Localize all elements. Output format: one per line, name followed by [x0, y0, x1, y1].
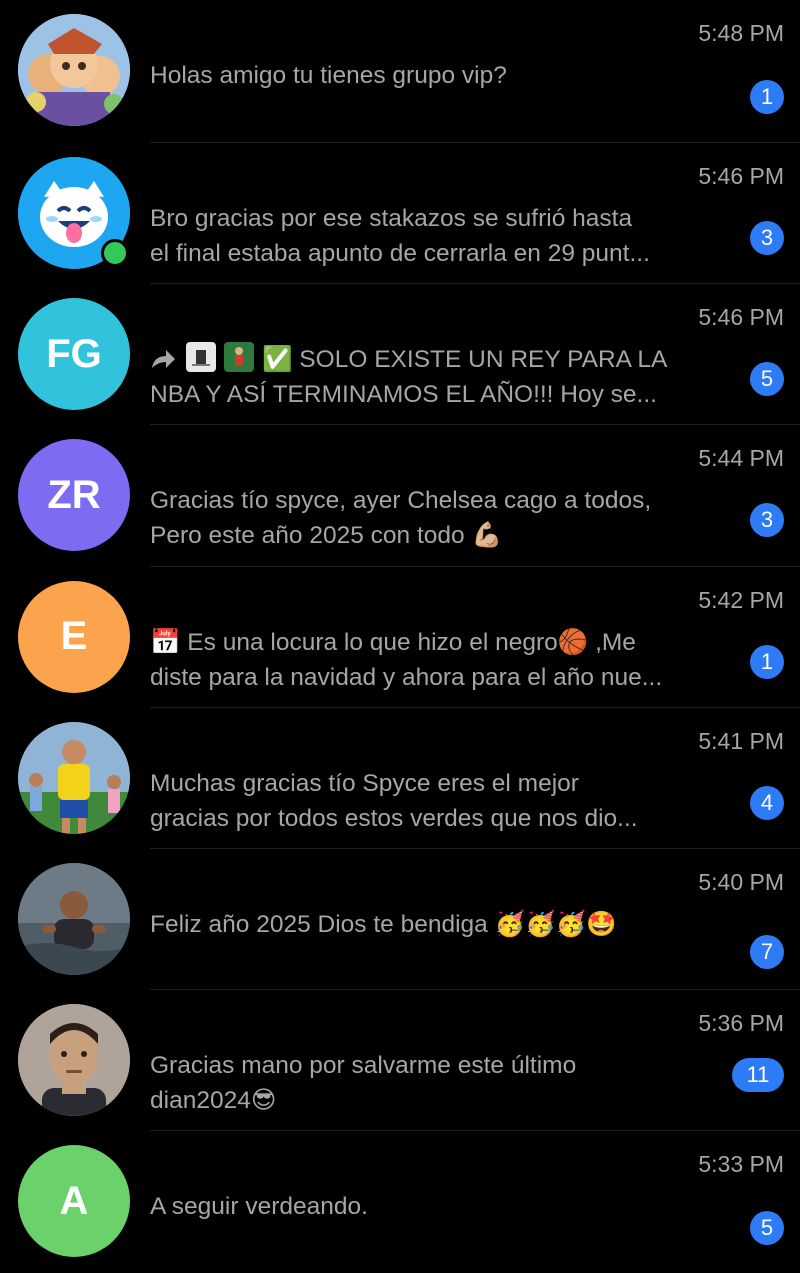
avatar[interactable]: E — [18, 580, 130, 693]
chat-time: 5:46 PM — [698, 163, 784, 189]
chat-preview: Holas amigo tu tienes grupo vip? — [150, 58, 738, 93]
chat-time: 5:44 PM — [698, 445, 784, 472]
avatar[interactable] — [18, 862, 130, 975]
preview-line: Muchas gracias tío Spyce eres el mejor — [150, 769, 579, 797]
preview-line: Pero este año 2025 con todo 💪🏼 — [150, 522, 502, 550]
ticket-image-icon — [186, 342, 216, 373]
preview-text: ✅ SOLO EXISTE UN REY PARA LA — [262, 346, 668, 374]
chat-preview: Gracias mano por salvarme este último di… — [150, 1048, 738, 1118]
avatar[interactable] — [18, 14, 130, 126]
chat-preview: Feliz año 2025 Dios te bendiga 🥳🥳🥳🤩 — [150, 907, 738, 942]
unread-badge: 3 — [750, 221, 784, 255]
unread-badge: 5 — [750, 362, 784, 397]
forward-icon — [152, 350, 175, 369]
man-in-water-photo-icon — [18, 862, 130, 975]
unread-badge: 3 — [750, 503, 784, 538]
preview-line: Holas amigo tu tienes grupo vip? — [150, 62, 507, 89]
chat-time: 5:46 PM — [698, 304, 784, 331]
chat-row[interactable]: E 5:42 PM 📅 Es una locura lo que hizo el… — [0, 567, 800, 708]
preview-line: 📅 Es una locura lo que hizo el negro🏀 ,M… — [150, 628, 636, 656]
preview-line: diste para la navidad y ahora para el añ… — [150, 663, 663, 691]
preview-line: A seguir verdeando. — [150, 1193, 368, 1221]
chat-time: 5:41 PM — [698, 727, 784, 754]
avatar[interactable]: ZR — [18, 439, 130, 552]
player-image-icon — [224, 342, 254, 373]
avatar[interactable]: A — [18, 1145, 130, 1258]
preview-line: el final estaba apunto de cerrarla en 29… — [150, 240, 650, 267]
avatar[interactable] — [18, 1004, 130, 1117]
preview-line: NBA Y ASÍ TERMINAMOS EL AÑO!!! Hoy se... — [150, 381, 657, 409]
avatar[interactable]: FG — [18, 298, 130, 411]
soccer-player-photo-icon — [18, 721, 130, 834]
chat-row[interactable]: FG 5:46 PM ✅ SOLO EXISTE UN REY PARA LA … — [0, 284, 800, 426]
avatar-initials: ZR — [47, 472, 101, 517]
unread-badge: 1 — [750, 644, 784, 679]
preview-line-1: ✅ SOLO EXISTE UN REY PARA LA — [150, 342, 738, 377]
unread-badge: 1 — [750, 80, 784, 114]
avatar-initials: FG — [46, 331, 102, 376]
chat-preview: Bro gracias por ese stakazos se sufrió h… — [150, 201, 738, 271]
chat-preview: Gracias tío spyce, ayer Chelsea cago a t… — [150, 483, 738, 553]
unread-badge: 11 — [732, 1058, 784, 1093]
chat-row[interactable]: 5:40 PM Feliz año 2025 Dios te bendiga 🥳… — [0, 849, 800, 991]
chat-row[interactable]: ZR 5:44 PM Gracias tío spyce, ayer Chels… — [0, 425, 800, 567]
preview-line: dian2024😎 — [150, 1087, 277, 1115]
chat-preview: ✅ SOLO EXISTE UN REY PARA LA NBA Y ASÍ T… — [150, 342, 738, 412]
chat-row[interactable]: 5:48 PM Holas amigo tu tienes grupo vip?… — [0, 0, 800, 143]
chat-preview: Muchas gracias tío Spyce eres el mejor g… — [150, 766, 738, 836]
chat-time: 5:33 PM — [698, 1151, 784, 1178]
chat-row[interactable]: A 5:33 PM A seguir verdeando. 5 — [0, 1131, 800, 1272]
cartoon-avatar-icon — [18, 14, 130, 126]
avatar[interactable] — [18, 721, 130, 834]
chat-time: 5:48 PM — [698, 20, 784, 46]
chat-row[interactable]: 5:46 PM Bro gracias por ese stakazos se … — [0, 143, 800, 285]
preview-line: Gracias tío spyce, ayer Chelsea cago a t… — [150, 487, 652, 515]
chat-row[interactable]: 5:36 PM Gracias mano por salvarme este ú… — [0, 990, 800, 1132]
preview-line: Gracias mano por salvarme este último — [150, 1052, 577, 1080]
preview-line: Bro gracias por ese stakazos se sufrió h… — [150, 205, 633, 232]
chat-time: 5:36 PM — [698, 1010, 784, 1037]
unread-badge: 4 — [750, 785, 784, 820]
chat-preview: A seguir verdeando. — [150, 1189, 738, 1224]
unread-badge: 5 — [750, 1211, 784, 1246]
avatar-initials: A — [59, 1178, 89, 1223]
chat-time: 5:40 PM — [698, 868, 784, 895]
avatar-initials: E — [60, 614, 88, 659]
man-selfie-photo-icon — [18, 1004, 130, 1117]
chat-list: 5:48 PM Holas amigo tu tienes grupo vip?… — [0, 0, 800, 1266]
chat-time: 5:42 PM — [698, 586, 784, 613]
chat-row[interactable]: 5:41 PM Muchas gracias tío Spyce eres el… — [0, 708, 800, 849]
preview-line: Feliz año 2025 Dios te bendiga 🥳🥳🥳🤩 — [150, 910, 617, 938]
unread-badge: 7 — [750, 934, 784, 969]
preview-line: gracias por todos estos verdes que nos d… — [150, 804, 638, 832]
online-status-icon — [101, 239, 129, 267]
chat-preview: 📅 Es una locura lo que hizo el negro🏀 ,M… — [150, 625, 738, 695]
